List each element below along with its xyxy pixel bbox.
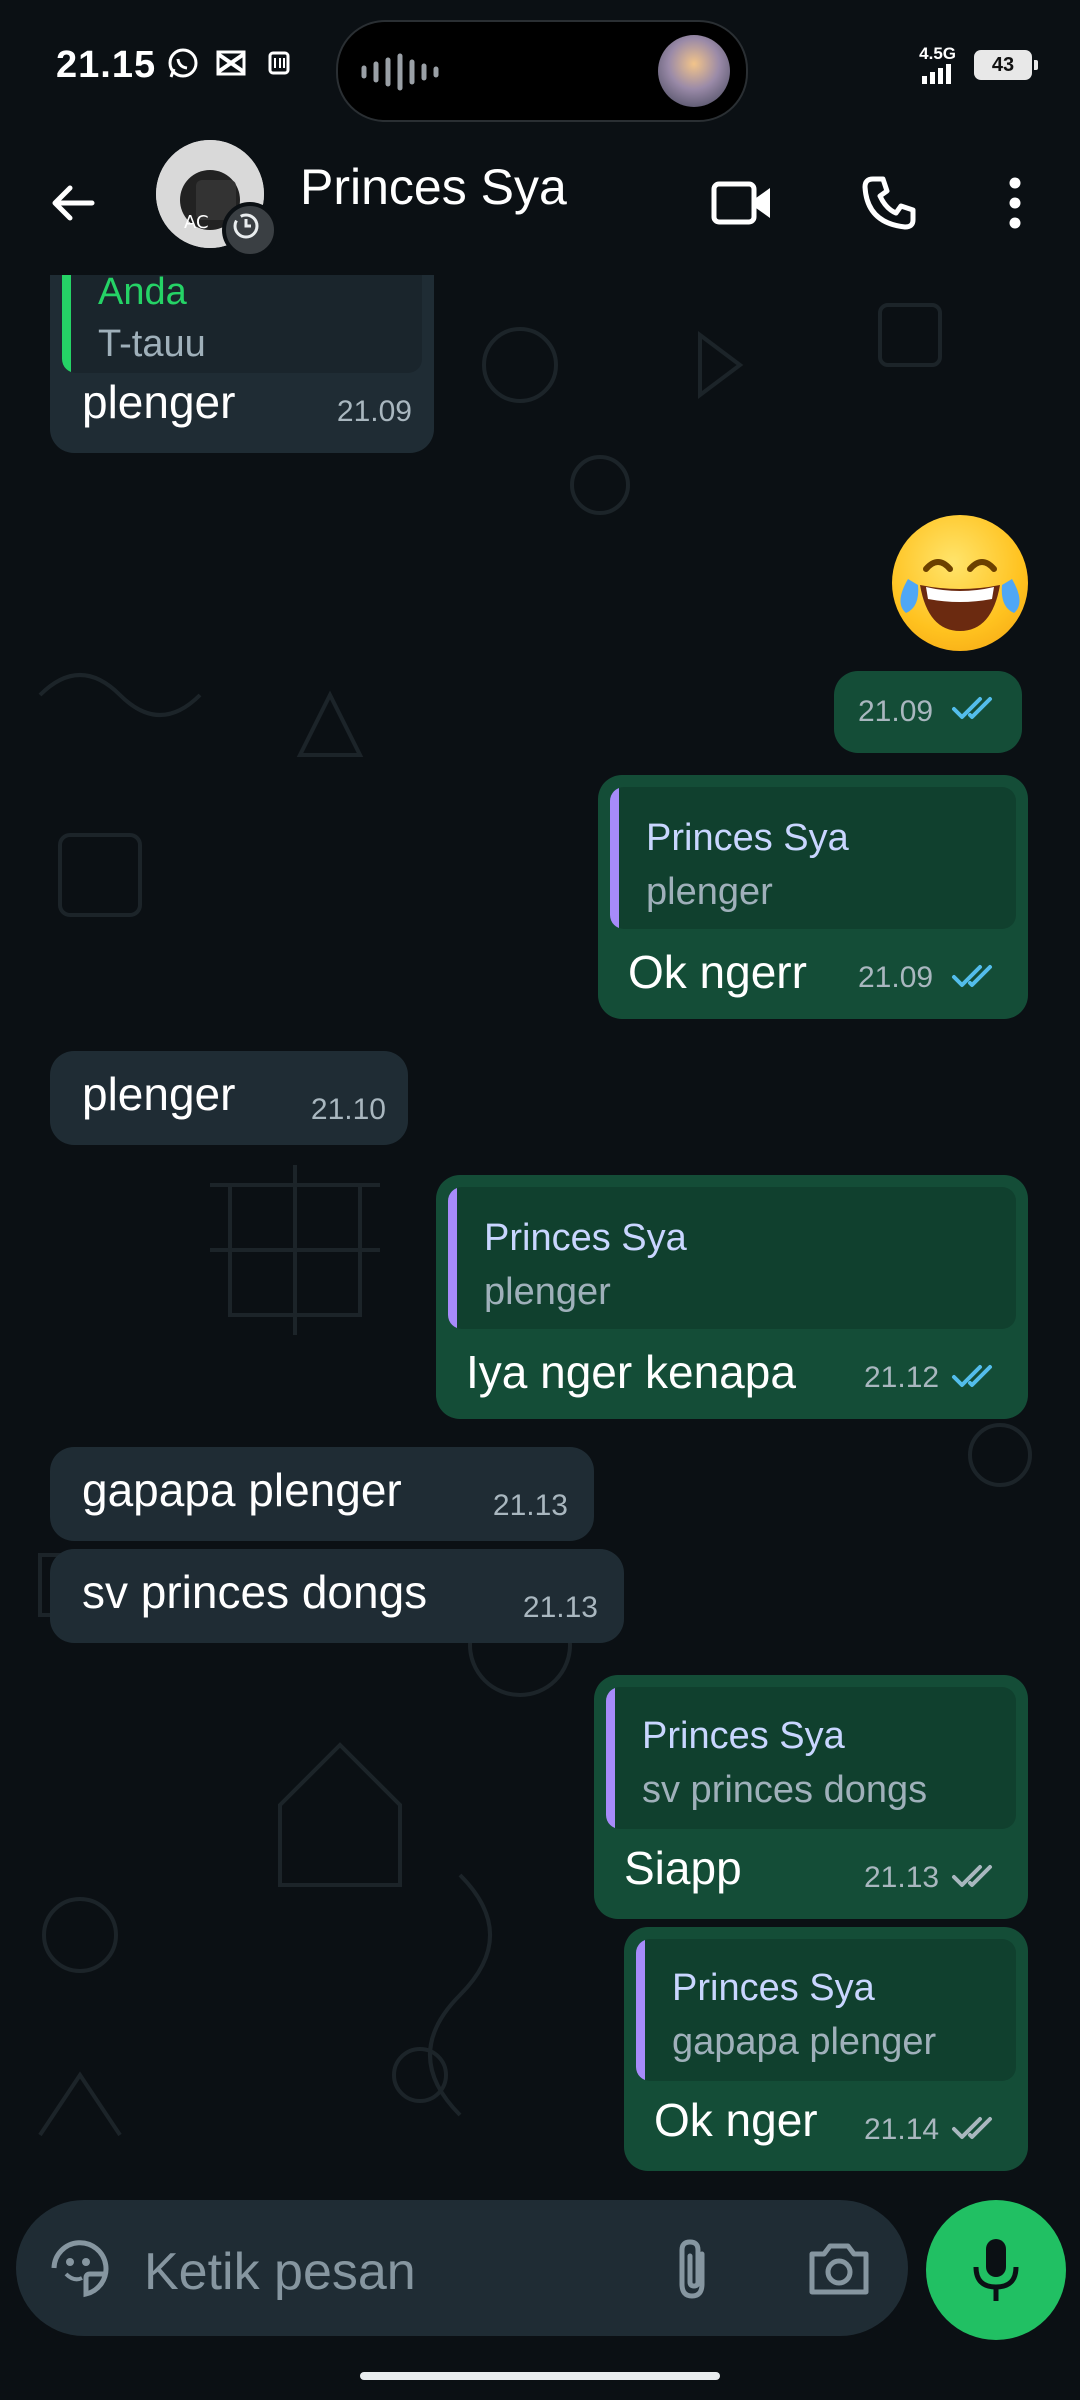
sticker-emoji-icon[interactable] — [46, 2234, 114, 2302]
delivered-receipt-icon — [952, 2117, 992, 2139]
incoming-message-bubble[interactable]: sv princes dongs 21.13 — [50, 1549, 624, 1643]
back-arrow-icon — [52, 185, 95, 221]
incoming-message-bubble[interactable]: gapapa plenger 21.13 — [50, 1447, 594, 1541]
audio-wave-icon — [361, 53, 439, 91]
capcut-icon — [216, 50, 246, 76]
status-notification-icons — [166, 46, 296, 80]
read-receipt-icon — [952, 965, 992, 987]
quote-text: plenger — [484, 1271, 611, 1313]
delivered-receipt-icon — [952, 1865, 992, 1887]
message-text: gapapa plenger — [82, 1464, 402, 1516]
quote-author: Princes Sya — [642, 1715, 845, 1757]
quoted-message[interactable]: Princes Sya plenger — [448, 1187, 1016, 1329]
media-thumbnail — [658, 35, 730, 107]
outgoing-message-bubble[interactable]: Princes Sya gapapa plenger Ok nger 21.14 — [624, 1927, 1028, 2171]
battery-indicator: 43 — [974, 50, 1038, 80]
quoted-message[interactable]: Princes Sya sv princes dongs — [606, 1687, 1016, 1829]
outgoing-message-bubble[interactable]: Princes Sya plenger Ok ngerr 21.09 — [598, 775, 1028, 1019]
outgoing-message-bubble[interactable]: Princes Sya sv princes dongs Siapp 21.13 — [594, 1675, 1028, 1919]
quote-accent-bar — [610, 787, 619, 929]
quote-author: Princes Sya — [672, 1967, 875, 2009]
quote-accent-bar — [606, 1687, 615, 1829]
timer-icon — [233, 213, 259, 239]
status-system-icons: 4.5G 43 — [919, 44, 1038, 84]
message-time: 21.14 — [864, 2113, 940, 2146]
phone-icon — [862, 176, 916, 230]
status-time: 21.15 — [56, 44, 157, 86]
app-notification-icon — [268, 51, 290, 75]
voice-call-button[interactable] — [854, 168, 924, 238]
outgoing-message-bubble[interactable]: Princes Sya plenger Iya nger kenapa 21.1… — [436, 1175, 1028, 1419]
more-vertical-icon — [1009, 177, 1021, 229]
signal-icon — [921, 64, 951, 84]
video-call-button[interactable] — [708, 168, 778, 238]
message-time: 21.13 — [492, 1489, 568, 1522]
chat-message-list[interactable]: Anda T-tauu plenger 21.09 21.09 Princes … — [0, 275, 1080, 2200]
message-text: sv princes dongs — [82, 1566, 428, 1618]
outgoing-message-bubble[interactable]: 21.09 — [834, 671, 1022, 753]
microphone-icon — [973, 2239, 1019, 2301]
message-input[interactable]: Ketik pesan — [144, 2242, 416, 2302]
quote-author: Anda — [98, 275, 187, 313]
message-text: plenger — [82, 1068, 236, 1120]
quote-accent-bar — [636, 1939, 645, 2081]
network-type: 4.5G — [919, 44, 956, 63]
read-receipt-icon — [952, 697, 992, 719]
laughing-tears-icon — [900, 559, 1020, 631]
laughing-emoji[interactable] — [892, 515, 1028, 651]
quote-author: Princes Sya — [646, 817, 849, 859]
disappearing-timer-badge — [222, 202, 278, 258]
quote-text: plenger — [646, 871, 773, 913]
quote-text: gapapa plenger — [672, 2021, 937, 2063]
voice-record-button[interactable] — [926, 2200, 1066, 2340]
back-button[interactable] — [40, 170, 106, 236]
message-text: Ok nger — [654, 2094, 818, 2146]
read-receipt-icon — [952, 1365, 992, 1387]
status-bar: 21.15 4.5G 43 — [0, 0, 1080, 140]
svg-text:AC: AC — [184, 212, 209, 233]
quoted-message[interactable]: Princes Sya gapapa plenger — [636, 1939, 1016, 2081]
gesture-nav-handle[interactable] — [360, 2372, 720, 2380]
video-camera-icon — [711, 181, 770, 225]
whatsapp-icon — [168, 48, 198, 78]
message-text: plenger — [82, 376, 236, 428]
message-time: 21.12 — [864, 1361, 940, 1394]
message-input-bar[interactable]: Ketik pesan — [16, 2200, 908, 2336]
chat-header: AC Princes Sya — [0, 140, 1080, 275]
quote-text: T-tauu — [98, 323, 206, 365]
dynamic-island[interactable] — [336, 20, 748, 122]
quoted-message[interactable]: Princes Sya plenger — [610, 787, 1016, 929]
message-time: 21.09 — [858, 695, 934, 728]
contact-name[interactable]: Princes Sya — [300, 158, 567, 216]
more-options-button[interactable] — [980, 168, 1050, 238]
quote-author: Princes Sya — [484, 1217, 687, 1259]
incoming-message-bubble[interactable]: Anda T-tauu plenger 21.09 — [50, 275, 434, 453]
quote-text: sv princes dongs — [642, 1769, 928, 1811]
message-time: 21.09 — [858, 961, 934, 994]
message-text: Iya nger kenapa — [466, 1346, 796, 1398]
message-text: Siapp — [624, 1842, 742, 1894]
quote-accent-bar — [448, 1187, 457, 1329]
message-time: 21.09 — [336, 395, 412, 428]
message-time: 21.13 — [864, 1861, 940, 1894]
incoming-message-bubble[interactable]: plenger 21.10 — [50, 1051, 408, 1145]
message-time: 21.10 — [310, 1093, 386, 1126]
camera-icon[interactable] — [806, 2238, 872, 2298]
quote-accent-bar — [62, 275, 71, 373]
quoted-message[interactable]: Anda T-tauu — [62, 275, 422, 373]
attach-paperclip-icon[interactable] — [668, 2234, 716, 2304]
message-time: 21.13 — [522, 1591, 598, 1624]
message-text: Ok ngerr — [628, 946, 807, 998]
